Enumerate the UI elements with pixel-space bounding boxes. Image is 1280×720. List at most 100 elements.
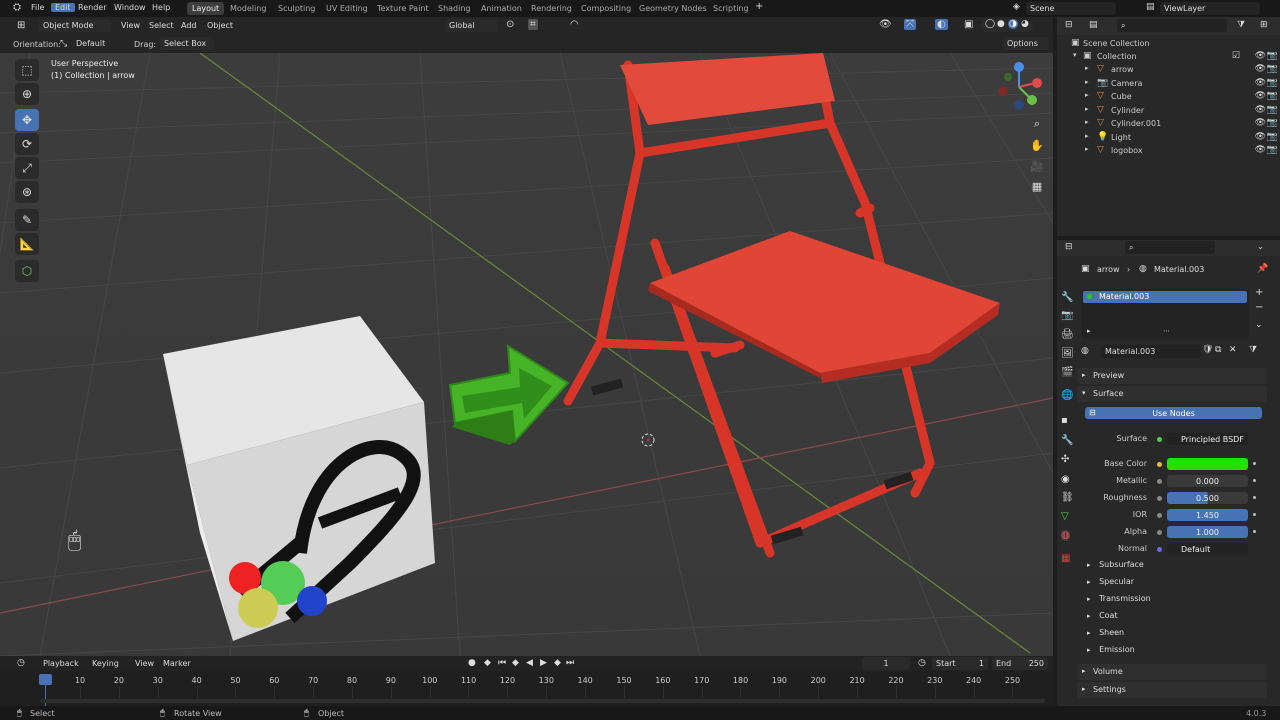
socket-dot-icon[interactable] xyxy=(1157,547,1162,552)
keyframe-dot-icon[interactable] xyxy=(1253,513,1256,516)
preview-panel-header[interactable]: ▸ Preview xyxy=(1077,368,1267,384)
resize-handle-icon[interactable]: ⋯ xyxy=(1163,327,1170,335)
gizmo-toggle-icon[interactable]: ⤧ xyxy=(904,19,916,30)
outliner-row-cylinder-001[interactable]: ▸ ▽ Cylinder.001 👁 📷 xyxy=(1057,117,1280,130)
output-tab-icon[interactable]: 🖨 xyxy=(1061,329,1074,340)
start-frame-field[interactable]: Start 1 xyxy=(932,657,988,670)
measure-tool[interactable]: 📐 xyxy=(15,233,39,255)
unlink-icon[interactable]: ✕ xyxy=(1229,345,1237,355)
editor-type-icon[interactable]: ⊞ xyxy=(17,20,25,31)
menu-edit[interactable]: Edit xyxy=(51,3,75,12)
snap-icon[interactable]: ⌗ xyxy=(528,19,538,30)
clock-icon[interactable]: ◷ xyxy=(918,658,926,668)
subpanel-sheen[interactable]: ▸ Sheen xyxy=(1087,628,1124,637)
outliner-row-collection[interactable]: ▾ ▣ Collection ☑ 👁 📷 xyxy=(1057,50,1280,63)
eye-icon[interactable]: 👁 xyxy=(1255,78,1266,88)
overlay-toggle-icon[interactable]: ◐ xyxy=(935,19,948,30)
pin-icon[interactable]: 📌 xyxy=(1257,264,1268,274)
view-layer-tab-icon[interactable]: 🖼 xyxy=(1061,348,1074,359)
keyframe-dot-icon[interactable] xyxy=(1253,462,1256,465)
drag-dropdown[interactable]: Select Box xyxy=(160,37,214,50)
tab-compositing[interactable]: Compositing xyxy=(577,3,635,14)
tab-rendering[interactable]: Rendering xyxy=(527,3,576,14)
next-keyframe-icon[interactable]: ◆ xyxy=(554,658,561,668)
render-camera-icon[interactable]: 📷 xyxy=(1267,78,1278,88)
view-layer-field[interactable]: ViewLayer xyxy=(1160,2,1260,15)
volume-panel-header[interactable]: ▸ Volume xyxy=(1077,664,1267,680)
object-tab-icon[interactable]: ▪ xyxy=(1061,415,1068,426)
socket-dot-icon[interactable] xyxy=(1157,530,1162,535)
outliner-row-logobox[interactable]: ▸ ▽ logobox 👁 📷 xyxy=(1057,144,1280,157)
socket-dot-icon[interactable] xyxy=(1157,479,1162,484)
checkbox-icon[interactable]: ☑ xyxy=(1232,51,1240,61)
prev-keyframe-icon[interactable]: ◆ xyxy=(512,658,519,668)
surface-shader-field[interactable]: Principled BSDF xyxy=(1167,433,1248,445)
eye-icon[interactable]: 👁 xyxy=(1255,51,1266,61)
material-browse-icon[interactable]: ◍ xyxy=(1081,346,1089,356)
slider-roughness[interactable]: 0.500 xyxy=(1167,492,1248,504)
surface-panel-header[interactable]: ▾ Surface xyxy=(1077,386,1267,402)
render-camera-icon[interactable]: 📷 xyxy=(1267,105,1278,115)
eye-icon[interactable]: 👁 xyxy=(1255,91,1266,101)
subpanel-subsurface[interactable]: ▸ Subsurface xyxy=(1087,560,1144,569)
keyframe-dot-icon[interactable] xyxy=(1253,479,1256,482)
pan-hand-icon[interactable]: ✋ xyxy=(1028,136,1046,154)
outliner-row-camera[interactable]: ▸ 📷 Camera 👁 📷 xyxy=(1057,77,1280,90)
expand-icon[interactable]: ▸ xyxy=(1085,118,1089,126)
menu-help[interactable]: Help xyxy=(152,3,170,12)
keyframe-dot-icon[interactable] xyxy=(1253,530,1256,533)
slider-ior[interactable]: 1.450 xyxy=(1167,509,1248,521)
3d-viewport[interactable]: ⬚ ⊕ ✥ ⟳ ⤢ ⊛ ✎ 📐 ⬡ User Perspective (1) C… xyxy=(0,53,1053,656)
visibility-icon[interactable]: 👁 xyxy=(879,19,892,30)
display-mode-icon[interactable]: ▤ xyxy=(1089,20,1098,30)
chevron-down-icon[interactable]: ⌄ xyxy=(1255,320,1263,330)
tab-layout[interactable]: Layout xyxy=(187,2,225,15)
scene-field[interactable]: Scene xyxy=(1026,2,1116,15)
keyframe-icon[interactable]: ◆ xyxy=(484,658,491,668)
timeline-ruler[interactable]: 1102030405060708090100110120130140150160… xyxy=(0,671,1053,706)
move-tool[interactable]: ✥ xyxy=(15,109,39,131)
timeline-editor-icon[interactable]: ◷ xyxy=(17,658,25,668)
add-slot-icon[interactable]: + xyxy=(1255,287,1263,298)
timeline-scrollbar[interactable] xyxy=(40,699,1045,703)
tab-shading[interactable]: Shading xyxy=(434,3,475,14)
render-camera-icon[interactable]: 📷 xyxy=(1267,145,1278,155)
render-camera-icon[interactable]: 📷 xyxy=(1267,51,1278,61)
playhead[interactable] xyxy=(39,674,52,685)
ortho-grid-icon[interactable]: ▦ xyxy=(1028,177,1046,195)
rotate-tool[interactable]: ⟳ xyxy=(15,133,39,155)
use-nodes-button[interactable]: ⊟ Use Nodes xyxy=(1085,407,1262,419)
scene-tab-icon[interactable]: 🎬 xyxy=(1061,367,1073,378)
eye-icon[interactable]: 👁 xyxy=(1255,132,1266,142)
expand-icon[interactable]: ▸ xyxy=(1085,78,1089,86)
filter-icon[interactable]: ⧩ xyxy=(1237,20,1245,30)
scale-tool[interactable]: ⤢ xyxy=(15,157,39,179)
tab-geometry-nodes[interactable]: Geometry Nodes xyxy=(635,3,710,14)
eye-icon[interactable]: 👁 xyxy=(1255,145,1266,155)
play-icon[interactable]: ▶ xyxy=(540,658,547,668)
zoom-icon[interactable]: ⌕ xyxy=(1028,115,1046,133)
eye-icon[interactable]: 👁 xyxy=(1255,118,1266,128)
tab-scripting[interactable]: Scripting xyxy=(709,3,753,14)
add-workspace-button[interactable]: + xyxy=(755,1,763,12)
rendered-shading-icon[interactable]: ◕ xyxy=(1021,19,1029,29)
menu-render[interactable]: Render xyxy=(78,3,106,12)
tab-modeling[interactable]: Modeling xyxy=(226,3,270,14)
expand-icon[interactable]: ▾ xyxy=(1073,51,1077,59)
base-color-swatch[interactable] xyxy=(1167,458,1248,470)
viewport-menu-add[interactable]: Add xyxy=(181,21,197,30)
keyframe-dot-icon[interactable] xyxy=(1253,496,1256,499)
render-tab-icon[interactable]: 📷 xyxy=(1061,310,1073,321)
blender-logo-icon[interactable]: ⛭ xyxy=(13,2,21,13)
navigation-gizmo[interactable] xyxy=(993,61,1045,113)
camera-view-icon[interactable]: 🎥 xyxy=(1028,157,1046,175)
cursor-tool[interactable]: ⊕ xyxy=(15,83,39,105)
outliner-row-light[interactable]: ▸ 💡 Light 👁 📷 xyxy=(1057,131,1280,144)
end-frame-field[interactable]: End 250 xyxy=(992,657,1048,670)
select-box-tool[interactable]: ⬚ xyxy=(15,59,39,81)
viewport-menu-select[interactable]: Select xyxy=(149,21,174,30)
timeline-menu-keying[interactable]: Keying xyxy=(92,659,119,668)
timeline-menu-view[interactable]: View xyxy=(135,659,154,668)
properties-editor-icon[interactable]: ⊟ xyxy=(1065,242,1073,252)
subpanel-specular[interactable]: ▸ Specular xyxy=(1087,577,1134,586)
